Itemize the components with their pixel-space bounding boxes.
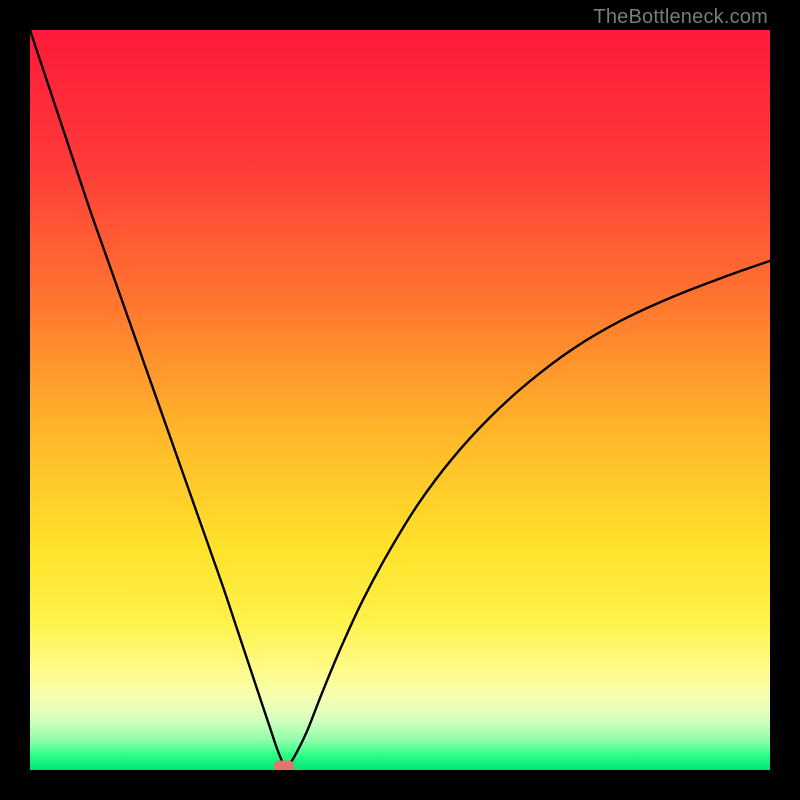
watermark-text: TheBottleneck.com (593, 6, 768, 29)
chart-frame: TheBottleneck.com (0, 0, 800, 800)
minimum-marker (274, 760, 294, 770)
curve-layer (30, 30, 770, 770)
bottleneck-curve (30, 30, 770, 767)
plot-area (30, 30, 770, 770)
